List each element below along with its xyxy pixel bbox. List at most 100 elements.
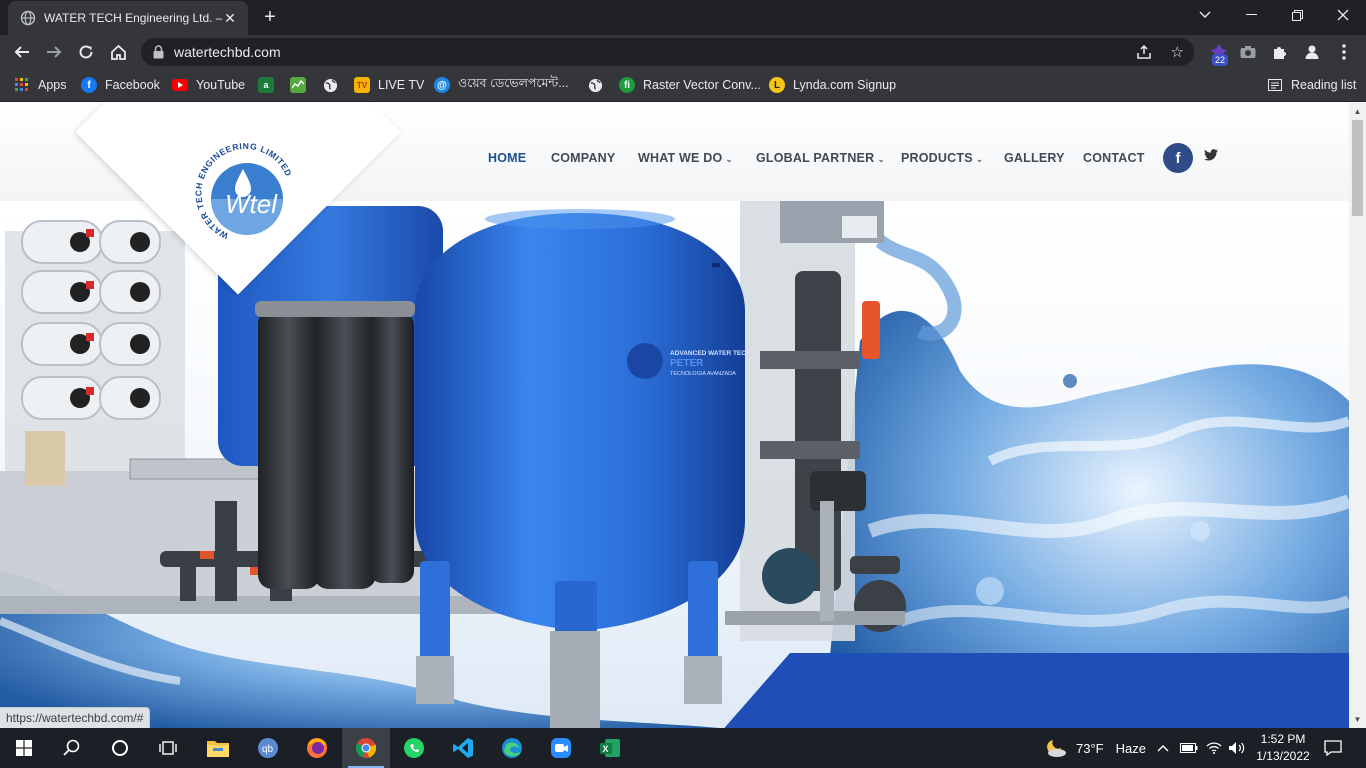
svg-text:X: X	[603, 744, 609, 754]
url-text: watertechbd.com	[174, 44, 281, 60]
weather-desc: Haze	[1115, 740, 1146, 756]
close-icon	[1337, 9, 1349, 21]
bookmark-raster-vector[interactable]: fi Raster Vector Conv...	[619, 75, 761, 95]
volume-icon[interactable]	[1228, 728, 1246, 768]
camera-extension-icon[interactable]	[1236, 40, 1260, 64]
chrome-menu-icon[interactable]	[1332, 40, 1356, 64]
globe-icon	[587, 77, 603, 93]
nav-label: COMPANY	[551, 151, 616, 165]
excel-icon[interactable]: X	[586, 728, 634, 768]
close-window-button[interactable]	[1320, 0, 1366, 30]
bookmark-youtube[interactable]: YouTube	[172, 75, 245, 95]
lynda-icon: L	[769, 77, 785, 93]
notifications-icon[interactable]	[1324, 728, 1342, 768]
bookmark-lynda[interactable]: L Lynda.com Signup	[769, 75, 896, 95]
bookmark-label: YouTube	[196, 78, 246, 92]
bookmark-chart[interactable]	[290, 75, 314, 95]
site-logo[interactable]: Wtel WATER TECH ENGINEERING LIMITED	[185, 133, 305, 253]
bookmarks-bar: Apps f Facebook YouTube a TV LIVE TV @ ও…	[0, 69, 1366, 102]
vscode-icon[interactable]	[439, 728, 487, 768]
youtube-icon	[172, 79, 188, 91]
address-bar[interactable]: watertechbd.com ☆	[141, 38, 1194, 66]
scroll-up-arrow-icon[interactable]: ▲	[1349, 103, 1366, 120]
task-view-icon[interactable]	[144, 728, 192, 768]
zoom-icon[interactable]	[537, 728, 585, 768]
globe-icon	[20, 10, 36, 26]
page-viewport: ADVANCED WATER TECH PETER TECNOLOGIA AVA…	[0, 103, 1366, 728]
firefox-icon[interactable]	[293, 728, 341, 768]
bookmark-green-a[interactable]: a	[258, 75, 282, 95]
chevron-down-icon: ⌄	[725, 154, 734, 164]
nav-label: PRODUCTS	[901, 151, 973, 165]
browser-tab-active[interactable]: WATER TECH Engineering Ltd. – … ✕	[8, 1, 248, 35]
minimize-icon	[1245, 14, 1257, 15]
weather-widget[interactable]: 73°F Haze	[1043, 728, 1146, 768]
scrollbar-thumb[interactable]	[1352, 120, 1363, 216]
bookmark-globe-1[interactable]	[322, 75, 346, 95]
reading-list-label: Reading list	[1291, 78, 1357, 92]
reading-list-icon	[1267, 77, 1283, 93]
cortana-icon[interactable]	[96, 728, 144, 768]
tank-label-brand: PETER	[670, 358, 704, 369]
battery-icon[interactable]	[1180, 728, 1198, 768]
edge-icon[interactable]	[488, 728, 536, 768]
bookmark-label: Facebook	[105, 78, 160, 92]
tab-close-icon[interactable]: ✕	[222, 10, 238, 27]
nav-label: GALLERY	[1004, 151, 1065, 165]
show-hidden-icons-button[interactable]	[1157, 728, 1169, 768]
file-explorer-icon[interactable]	[194, 728, 242, 768]
profile-avatar-icon[interactable]	[1300, 40, 1324, 64]
bookmark-star-icon[interactable]: ☆	[1171, 43, 1184, 61]
share-icon[interactable]	[1136, 44, 1152, 60]
tab-search-button[interactable]	[1182, 0, 1228, 30]
bookmark-globe-2[interactable]	[587, 75, 611, 95]
home-button[interactable]	[105, 39, 131, 65]
bookmark-apps[interactable]: Apps	[14, 75, 67, 95]
extension-badge: 22	[1212, 54, 1229, 66]
chevron-down-icon: ⌄	[975, 154, 984, 164]
extensions-puzzle-icon[interactable]	[1268, 40, 1292, 64]
qbittorrent-icon[interactable]: qb	[244, 728, 292, 768]
windows-start-icon[interactable]	[0, 728, 48, 768]
nav-contact[interactable]: CONTACT	[1083, 151, 1145, 165]
weather-moon-cloud-icon	[1047, 740, 1066, 757]
web-dev-icon: @	[434, 77, 450, 93]
whatsapp-icon[interactable]	[390, 728, 438, 768]
tab-title: WATER TECH Engineering Ltd. – …	[44, 11, 222, 25]
chrome-icon[interactable]	[342, 728, 390, 768]
bookmark-label: Lynda.com Signup	[793, 78, 897, 92]
taskbar-clock[interactable]: 1:52 PM 1/13/2022	[1252, 731, 1314, 765]
chevron-down-icon: ⌄	[877, 154, 886, 164]
facebook-icon: f	[1175, 149, 1181, 167]
bookmark-live-tv[interactable]: TV LIVE TV	[354, 75, 424, 95]
reload-button[interactable]	[73, 39, 99, 65]
hero-banner: ADVANCED WATER TECH PETER TECNOLOGIA AVA…	[0, 201, 1349, 728]
bookmark-facebook[interactable]: f Facebook	[81, 75, 160, 95]
search-icon[interactable]	[48, 728, 96, 768]
nav-company[interactable]: COMPANY	[551, 151, 615, 165]
green-a-icon: a	[258, 77, 274, 93]
status-url-bubble: https://watertechbd.com/#	[0, 707, 151, 728]
page-scrollbar[interactable]: ▲ ▼	[1349, 103, 1366, 728]
nav-home[interactable]: HOME	[488, 151, 526, 165]
restore-button[interactable]	[1274, 0, 1320, 30]
nav-global-partner[interactable]: GLOBAL PARTNER ⌄	[756, 151, 885, 165]
twitter-icon[interactable]	[1204, 149, 1218, 161]
nav-label: GLOBAL PARTNER	[756, 151, 875, 165]
lock-icon	[153, 45, 164, 59]
minimize-button[interactable]	[1228, 0, 1274, 30]
reading-list-button[interactable]: Reading list	[1267, 75, 1356, 95]
forward-button[interactable]	[41, 39, 67, 65]
tank-label-sub: TECNOLOGIA AVANZADA	[670, 371, 736, 377]
new-tab-button[interactable]: +	[258, 6, 282, 30]
scroll-down-arrow-icon[interactable]: ▼	[1349, 711, 1366, 728]
nav-products[interactable]: PRODUCTS ⌄	[901, 151, 984, 165]
back-button[interactable]	[9, 39, 35, 65]
nav-label: CONTACT	[1083, 151, 1145, 165]
nav-what-we-do[interactable]: WHAT WE DO ⌄	[638, 151, 733, 165]
wifi-icon[interactable]	[1206, 728, 1222, 768]
nav-gallery[interactable]: GALLERY	[1004, 151, 1065, 165]
facebook-social-button[interactable]: f	[1163, 143, 1193, 173]
bookmark-web-dev[interactable]: @ ওয়েব ডেভেলপমেন্ট...	[434, 75, 569, 95]
browser-toolbar: watertechbd.com ☆	[0, 35, 1366, 69]
